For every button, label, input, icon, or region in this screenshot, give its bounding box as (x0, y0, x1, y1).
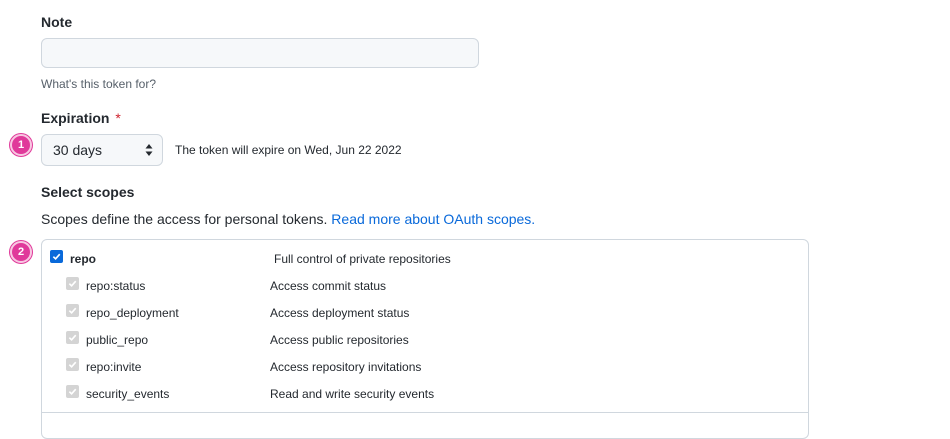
scope-row-repo (50, 250, 63, 263)
note-label: Note (41, 14, 73, 30)
scopes-list (41, 239, 809, 439)
checkmark-icon (68, 307, 77, 315)
expiration-selected-value: 30 days (53, 142, 103, 158)
checkmark-icon (52, 253, 61, 261)
scope-row-repo-invite (66, 358, 79, 371)
required-mark: * (115, 110, 121, 126)
expiration-label-text: Expiration (41, 110, 110, 126)
select-arrows-icon (145, 144, 153, 156)
checkmark-icon (68, 280, 77, 288)
scope-desc-repo-status: Access commit status (270, 279, 387, 293)
scope-row-public-repo (66, 331, 79, 344)
repo-invite-checkbox[interactable] (66, 358, 79, 371)
scope-name-public-repo: public_repo (86, 333, 149, 347)
expiration-select[interactable]: 30 days (41, 134, 163, 166)
scope-row-security-events (66, 385, 79, 398)
repo-deployment-checkbox[interactable] (66, 304, 79, 317)
step-badge-1: 1 (10, 134, 32, 156)
scope-desc-public-repo: Access public repositories (270, 333, 409, 347)
scope-name-security-events: security_events (86, 387, 170, 401)
scope-name-repo-invite: repo:invite (86, 360, 142, 374)
security-events-checkbox[interactable] (66, 385, 79, 398)
scope-desc-repo-deployment: Access deployment status (270, 306, 410, 320)
note-input[interactable] (41, 38, 479, 68)
step-badge-2: 2 (10, 241, 32, 263)
checkmark-icon (68, 334, 77, 342)
scope-row-repo-status (66, 277, 79, 290)
scopes-divider (42, 412, 808, 413)
oauth-scopes-link[interactable]: Read more about OAuth scopes. (331, 211, 535, 227)
checkmark-icon (68, 361, 77, 369)
note-hint: What's this token for? (41, 77, 157, 91)
scope-name-repo: repo (70, 252, 97, 266)
scopes-description: Scopes define the access for personal to… (41, 211, 535, 227)
scope-name-repo-deployment: repo_deployment (86, 306, 179, 320)
scope-desc-repo: Full control of private repositories (274, 252, 451, 266)
checkmark-icon (68, 388, 77, 396)
repo-checkbox[interactable] (50, 250, 63, 263)
scopes-description-text: Scopes define the access for personal to… (41, 211, 328, 227)
scope-desc-security-events: Read and write security events (270, 387, 435, 401)
scope-row-repo-deployment (66, 304, 79, 317)
expiration-label: Expiration * (41, 110, 121, 126)
public-repo-checkbox[interactable] (66, 331, 79, 344)
repo-status-checkbox[interactable] (66, 277, 79, 290)
expiration-message: The token will expire on Wed, Jun 22 202… (175, 143, 402, 157)
scopes-title: Select scopes (41, 184, 135, 200)
scope-desc-repo-invite: Access repository invitations (270, 360, 422, 374)
scope-name-repo-status: repo:status (86, 279, 146, 293)
